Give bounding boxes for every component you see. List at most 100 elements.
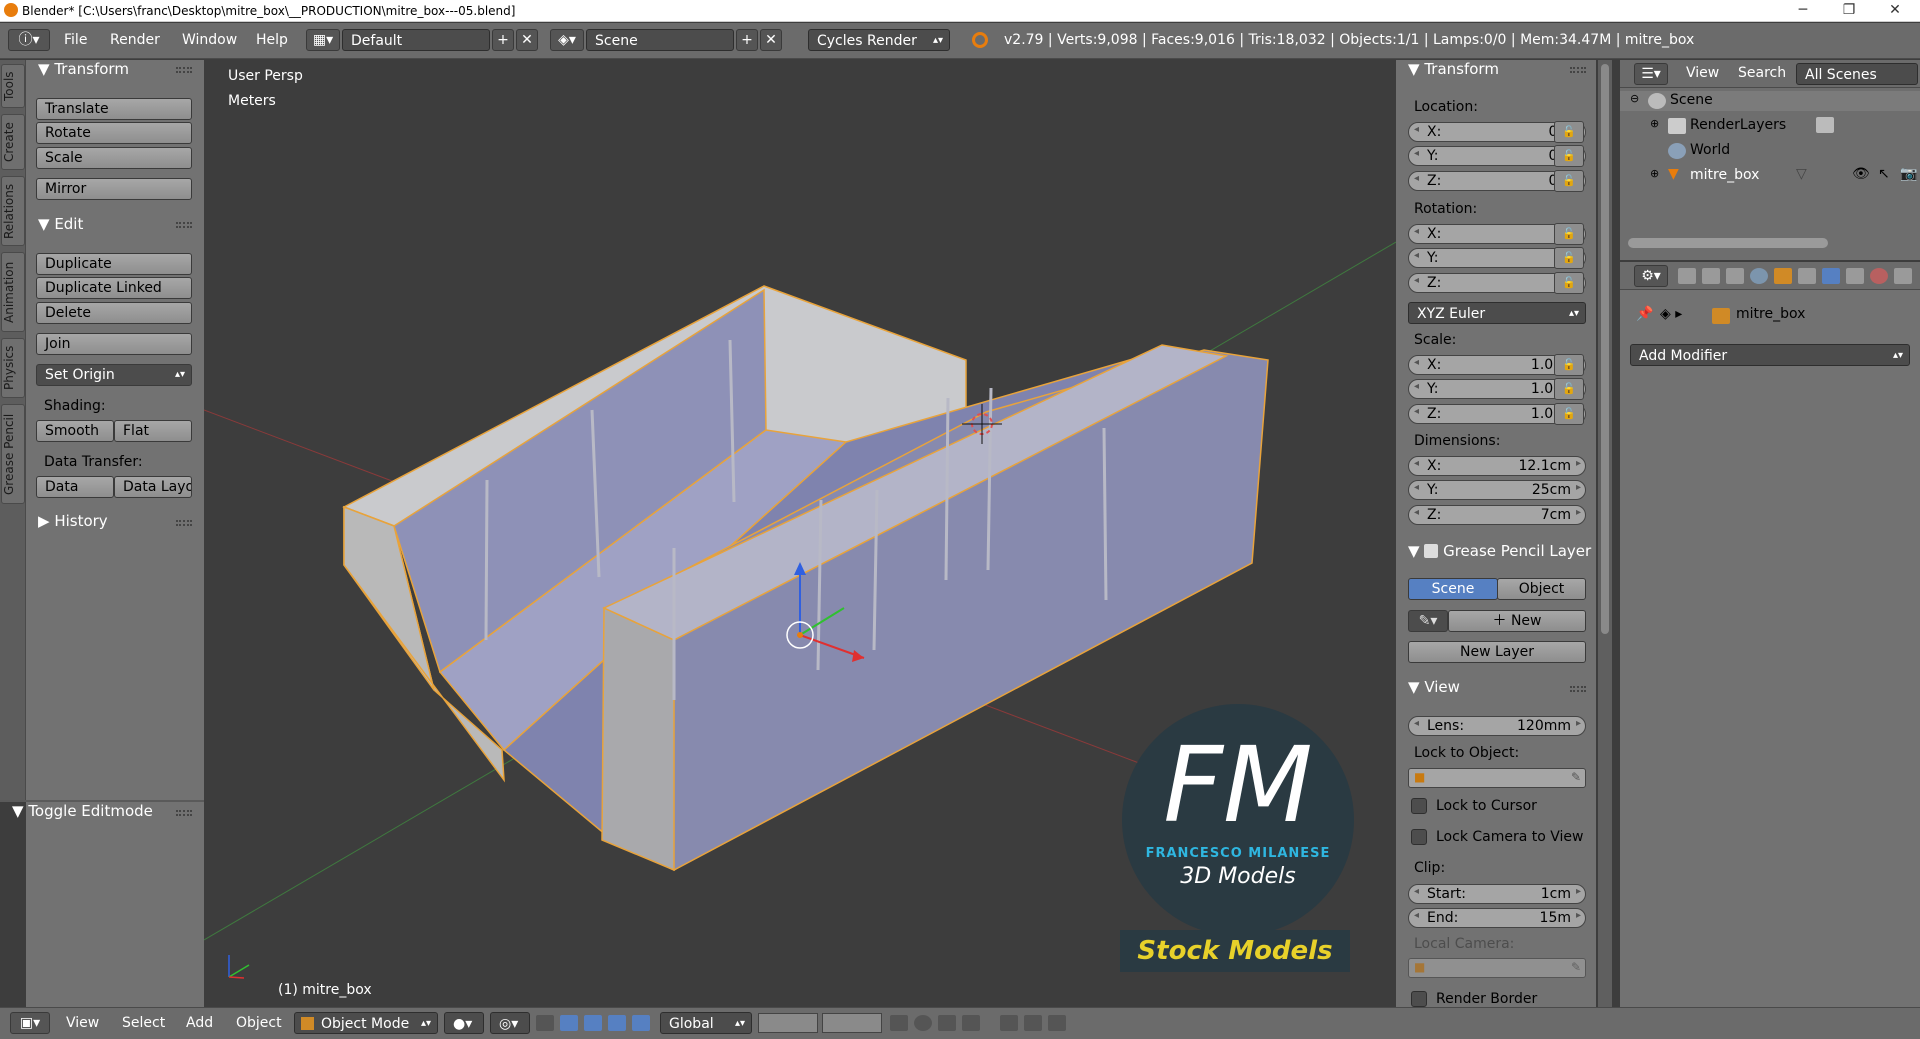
manipulator-settings-icon[interactable] [632, 1015, 650, 1031]
rotate-manipulator-icon[interactable] [584, 1015, 602, 1031]
minimize-button[interactable]: ─ [1780, 0, 1826, 22]
n-view-panel-header[interactable]: ▼ View [1408, 678, 1460, 696]
expand-icon[interactable]: ⊕ [1650, 117, 1659, 130]
scene-browse-icon[interactable]: ◈▾ [550, 29, 584, 51]
grease-pencil-layer-header[interactable]: ▼ Grease Pencil Layer [1408, 542, 1591, 560]
lock-object-field[interactable]: ■ ✎ [1408, 768, 1586, 788]
data-context-icon[interactable] [1846, 268, 1864, 284]
layer-buttons-a[interactable] [758, 1013, 818, 1033]
outliner-menu-view[interactable]: View [1686, 65, 1719, 81]
remove-layout-icon[interactable]: ✕ [516, 29, 538, 51]
opengl-render-icon[interactable] [1024, 1015, 1042, 1031]
panel-grip-icon[interactable] [176, 520, 192, 526]
menu-add[interactable]: Add [186, 1015, 213, 1031]
add-scene-icon[interactable]: + [736, 29, 758, 51]
lock-icon[interactable]: 🔓 [1554, 272, 1584, 294]
add-layout-icon[interactable]: + [492, 29, 514, 51]
mirror-button[interactable]: Mirror [36, 178, 192, 200]
n-panel-scrollbar[interactable] [1598, 60, 1612, 1007]
snap-element-icon[interactable] [962, 1015, 980, 1031]
manipulator-toggle-icon[interactable] [536, 1015, 554, 1031]
renderable-camera-icon[interactable]: 📷 [1900, 166, 1917, 182]
render-border-checkbox[interactable] [1411, 991, 1427, 1007]
set-origin-dropdown[interactable]: Set Origin ▴▾ [36, 364, 192, 386]
layer-buttons-b[interactable] [822, 1013, 882, 1033]
panel-grip-icon[interactable] [176, 810, 192, 816]
join-button[interactable]: Join [36, 333, 192, 355]
menu-file[interactable]: File [64, 32, 87, 48]
menu-help[interactable]: Help [256, 32, 288, 48]
gp-new-button[interactable]: ＋ New [1448, 610, 1586, 632]
lock-camera-checkbox[interactable] [1411, 829, 1427, 845]
remove-scene-icon[interactable]: ✕ [760, 29, 782, 51]
lock-icon[interactable]: 🔓 [1554, 354, 1584, 376]
render-layer-icon[interactable] [1816, 117, 1834, 133]
collapse-icon[interactable]: ⊖ [1630, 92, 1639, 105]
lock-icon[interactable]: 🔓 [1554, 145, 1584, 167]
clip-start-field[interactable]: ◂ Start: 1cm ▸ [1408, 884, 1586, 904]
layout-browse-icon[interactable]: ▦▾ [306, 29, 340, 51]
outliner-mitre-box[interactable]: mitre_box [1690, 167, 1759, 183]
pivot-point-icon[interactable]: ◎▾ [490, 1012, 530, 1034]
panel-grip-icon[interactable] [176, 67, 192, 73]
outliner-renderlayers[interactable]: RenderLayers [1690, 117, 1786, 133]
local-camera-field[interactable]: ■ ✎ [1408, 958, 1586, 978]
smooth-button[interactable]: Smooth [36, 420, 114, 442]
panel-grip-icon[interactable] [1570, 67, 1586, 73]
clip-end-field[interactable]: ◂ End: 15m ▸ [1408, 908, 1586, 928]
outliner-editor-icon[interactable]: ☰▾ [1634, 63, 1668, 85]
scale-manipulator-icon[interactable] [608, 1015, 626, 1031]
history-panel-header[interactable]: ▶ History [38, 512, 108, 530]
tab-relations[interactable]: Relations [1, 176, 25, 246]
gp-new-layer-button[interactable]: New Layer [1408, 641, 1586, 663]
transform-panel-header[interactable]: ▼ Transform [38, 60, 129, 78]
scrollbar-thumb[interactable] [1601, 64, 1609, 634]
expand-icon[interactable]: ⊕ [1650, 167, 1659, 180]
tab-animation[interactable]: Animation [1, 252, 25, 332]
proportional-edit-icon[interactable] [914, 1015, 932, 1031]
menu-window[interactable]: Window [182, 32, 237, 48]
dimensions-x-field[interactable]: ◂ X: 12.1cm ▸ [1408, 456, 1586, 476]
lock-icon[interactable]: 🔓 [1554, 223, 1584, 245]
eyedropper-icon[interactable]: ✎ [1571, 770, 1581, 784]
modifiers-wrench-icon[interactable] [1822, 268, 1840, 284]
editor-type-3d-icon[interactable]: ▣▾ [10, 1012, 50, 1034]
opengl-animation-icon[interactable] [1048, 1015, 1066, 1031]
scale-button[interactable]: Scale [36, 147, 192, 169]
layout-name-field[interactable]: Default [342, 29, 490, 51]
lock-icon[interactable]: 🔓 [1554, 378, 1584, 400]
panel-grip-icon[interactable] [1570, 686, 1586, 692]
lens-field[interactable]: ◂ Lens: 120mm ▸ [1408, 716, 1586, 736]
render-engine-select[interactable]: Cycles Render ▴▾ [808, 29, 950, 51]
orientation-select[interactable]: Global ▴▾ [660, 1012, 752, 1034]
object-context-icon[interactable] [1774, 268, 1792, 284]
scene-context-icon[interactable] [1726, 268, 1744, 284]
close-button[interactable]: ✕ [1872, 0, 1918, 22]
data-button[interactable]: Data [36, 476, 114, 498]
lock-icon[interactable]: 🔓 [1554, 403, 1584, 425]
pencil-icon[interactable]: ✎▾ [1408, 610, 1448, 632]
outliner-h-scrollbar[interactable] [1628, 238, 1828, 248]
dimensions-z-field[interactable]: ◂ Z: 7cm ▸ [1408, 505, 1586, 525]
menu-object[interactable]: Object [236, 1015, 282, 1031]
3d-viewport[interactable]: User Persp Meters (1) mitre_box FM FRANC… [204, 60, 1396, 1007]
viewport-shading-icon[interactable]: ●▾ [444, 1012, 484, 1034]
scene-name-field[interactable]: Scene [586, 29, 734, 51]
add-modifier-dropdown[interactable]: Add Modifier ▴▾ [1630, 344, 1910, 366]
mode-select[interactable]: Object Mode ▴▾ [294, 1012, 438, 1034]
tab-tools[interactable]: Tools [1, 64, 25, 108]
visibility-eye-icon[interactable]: 👁 [1852, 166, 1870, 182]
outliner-menu-search[interactable]: Search [1738, 65, 1786, 81]
mesh-data-icon[interactable]: ▽ [1796, 166, 1807, 182]
snap-target-icon[interactable] [1000, 1015, 1018, 1031]
pin-icon[interactable]: 📌 [1636, 306, 1653, 322]
render-context-icon[interactable] [1678, 268, 1696, 284]
tab-grease-pencil[interactable]: Grease Pencil [1, 404, 25, 504]
render-layers-context-icon[interactable] [1702, 268, 1720, 284]
snap-toggle-icon[interactable] [938, 1015, 956, 1031]
duplicate-linked-button[interactable]: Duplicate Linked [36, 277, 192, 299]
lock-icon[interactable]: 🔓 [1554, 170, 1584, 192]
n-transform-panel-header[interactable]: ▼ Transform [1408, 60, 1499, 78]
data-layout-button[interactable]: Data Layo [114, 476, 192, 498]
toggle-editmode-panel-header[interactable]: ▼ Toggle Editmode [12, 802, 153, 820]
